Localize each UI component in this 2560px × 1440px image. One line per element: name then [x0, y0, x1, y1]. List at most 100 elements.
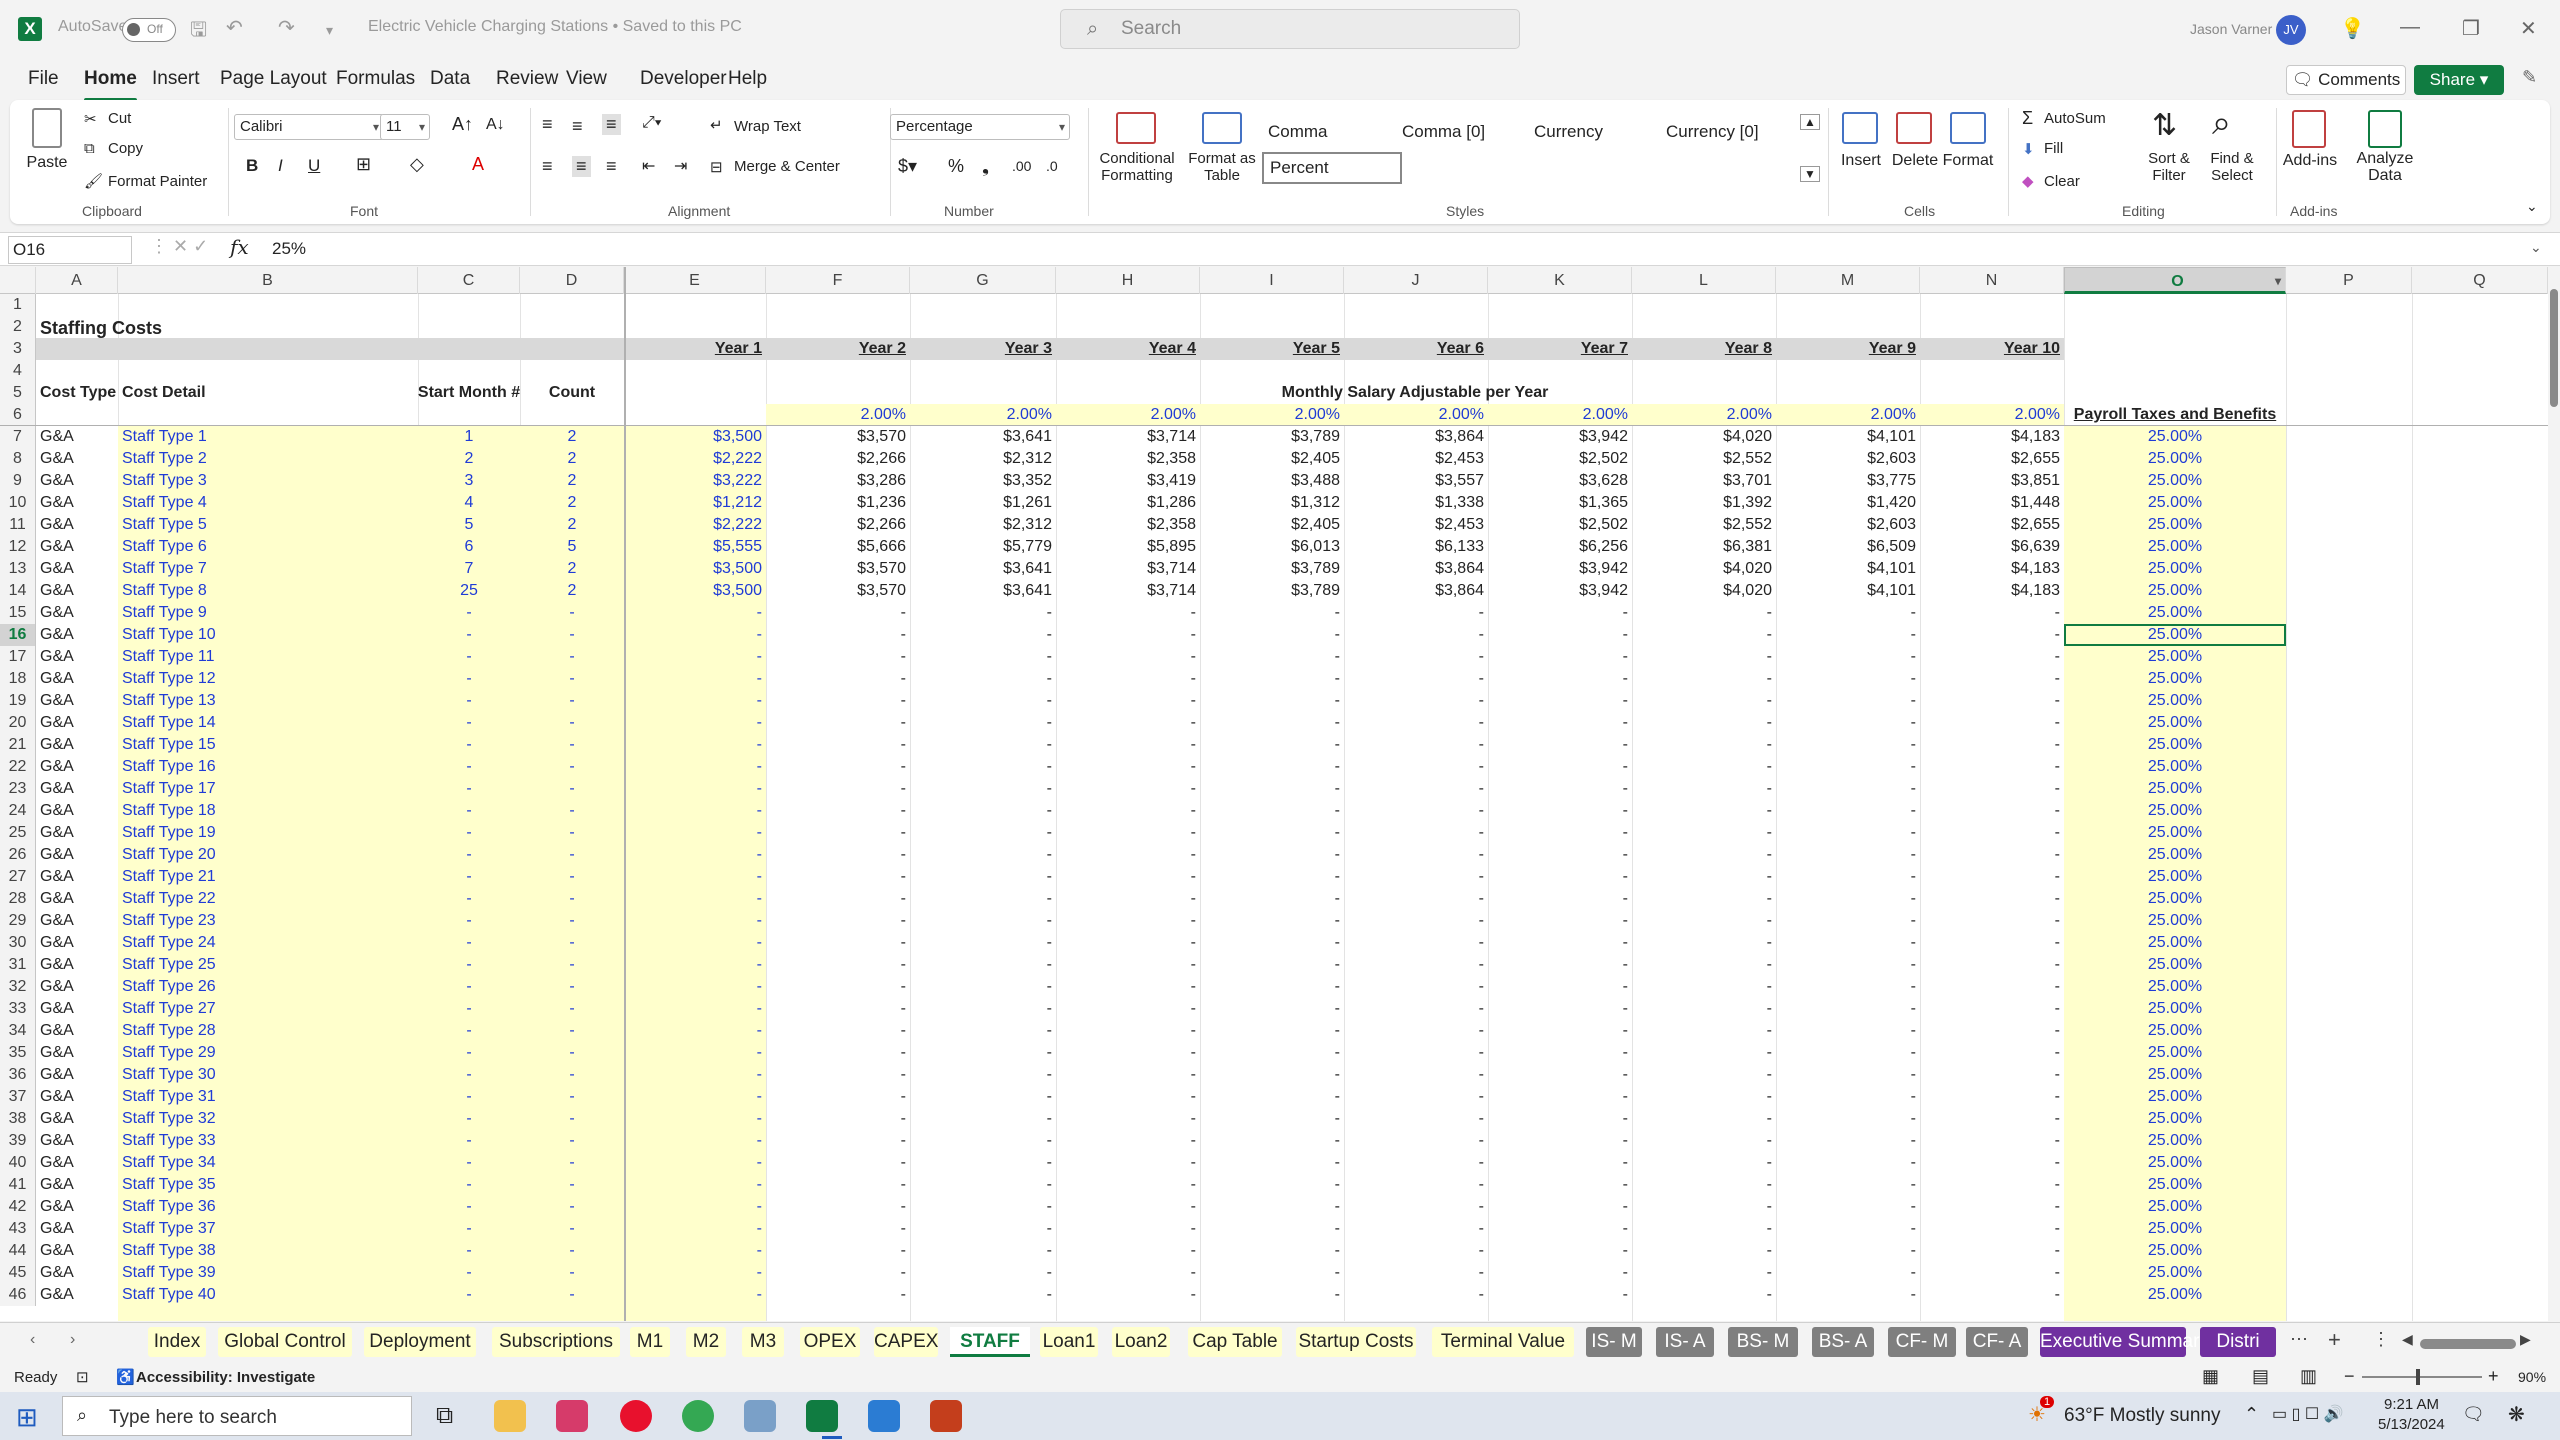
- salary-cell[interactable]: $3,570: [766, 426, 910, 448]
- normal-view-icon[interactable]: ▦: [2202, 1366, 2219, 1387]
- year-header[interactable]: Year 3: [910, 338, 1056, 360]
- salary-cell[interactable]: -: [910, 1284, 1056, 1306]
- insert-cells-icon[interactable]: [1842, 112, 1878, 144]
- start-month[interactable]: -: [418, 1196, 520, 1218]
- cost-detail[interactable]: Staff Type 40: [118, 1284, 418, 1306]
- count[interactable]: 2: [520, 492, 624, 514]
- salary-cell[interactable]: -: [1920, 624, 2064, 646]
- salary-cell[interactable]: -: [624, 778, 766, 800]
- row-number[interactable]: 35: [0, 1042, 36, 1064]
- fill-icon[interactable]: ⬇: [2022, 140, 2035, 158]
- payroll-rate[interactable]: 25.00%: [2064, 514, 2286, 536]
- worksheet-grid[interactable]: ABCDEFGHIJKLMNOPQ12345678910111213141516…: [0, 267, 2548, 1321]
- addins-button[interactable]: Add-ins: [2278, 152, 2342, 170]
- salary-cell[interactable]: -: [1200, 998, 1344, 1020]
- row-number[interactable]: 9: [0, 470, 36, 492]
- payroll-rate[interactable]: 25.00%: [2064, 580, 2286, 602]
- cost-detail[interactable]: Staff Type 25: [118, 954, 418, 976]
- salary-cell[interactable]: -: [1200, 712, 1344, 734]
- salary-cell[interactable]: -: [1488, 712, 1632, 734]
- salary-cell[interactable]: -: [624, 1042, 766, 1064]
- count[interactable]: -: [520, 1240, 624, 1262]
- cost-type[interactable]: G&A: [36, 668, 118, 690]
- row-number[interactable]: 42: [0, 1196, 36, 1218]
- start-month[interactable]: -: [418, 1174, 520, 1196]
- salary-cell[interactable]: -: [1200, 932, 1344, 954]
- align-left-icon[interactable]: ≡: [542, 156, 553, 177]
- cost-detail[interactable]: Staff Type 36: [118, 1196, 418, 1218]
- select-all-corner[interactable]: [0, 267, 36, 294]
- salary-cell[interactable]: -: [910, 734, 1056, 756]
- row-number[interactable]: 22: [0, 756, 36, 778]
- sheet-tab-bs-a[interactable]: BS- A: [1812, 1327, 1874, 1357]
- salary-cell[interactable]: -: [766, 866, 910, 888]
- app-icon[interactable]: [744, 1400, 776, 1432]
- salary-cell[interactable]: -: [1200, 1152, 1344, 1174]
- row-number[interactable]: 18: [0, 668, 36, 690]
- payroll-rate[interactable]: 25.00%: [2064, 1086, 2286, 1108]
- tab-prev-icon[interactable]: ‹: [30, 1331, 35, 1349]
- count[interactable]: -: [520, 1262, 624, 1284]
- cost-type[interactable]: G&A: [36, 492, 118, 514]
- sheet-tab-cap-table[interactable]: Cap Table: [1188, 1327, 1282, 1357]
- payroll-rate[interactable]: 25.00%: [2064, 1064, 2286, 1086]
- find-select-icon[interactable]: ⌕: [2212, 104, 2231, 143]
- salary-cell[interactable]: $3,500: [624, 580, 766, 602]
- salary-cell[interactable]: $3,222: [624, 470, 766, 492]
- italic-icon[interactable]: I: [278, 156, 283, 176]
- header-cost-detail[interactable]: Cost Detail: [118, 382, 418, 404]
- share-button[interactable]: Share ▾: [2414, 65, 2504, 95]
- payroll-rate[interactable]: 25.00%: [2064, 668, 2286, 690]
- start-month[interactable]: 6: [418, 536, 520, 558]
- salary-cell[interactable]: -: [1920, 844, 2064, 866]
- cost-detail[interactable]: Staff Type 19: [118, 822, 418, 844]
- style-percent[interactable]: Percent: [1262, 152, 1402, 184]
- salary-cell[interactable]: -: [1776, 602, 1920, 624]
- salary-cell[interactable]: -: [624, 734, 766, 756]
- count[interactable]: -: [520, 954, 624, 976]
- salary-cell[interactable]: $3,789: [1200, 580, 1344, 602]
- salary-cell[interactable]: $2,552: [1632, 448, 1776, 470]
- salary-cell[interactable]: $2,552: [1632, 514, 1776, 536]
- salary-cell[interactable]: -: [910, 1174, 1056, 1196]
- start-month[interactable]: -: [418, 1108, 520, 1130]
- salary-cell[interactable]: -: [910, 1064, 1056, 1086]
- salary-cell[interactable]: -: [1200, 1196, 1344, 1218]
- row-number[interactable]: 38: [0, 1108, 36, 1130]
- cost-type[interactable]: G&A: [36, 1262, 118, 1284]
- powerpoint-icon[interactable]: [930, 1400, 962, 1432]
- cost-type[interactable]: G&A: [36, 932, 118, 954]
- fill-button[interactable]: Fill: [2044, 140, 2063, 157]
- column-header-d[interactable]: D: [520, 267, 624, 294]
- payroll-rate[interactable]: 25.00%: [2064, 1174, 2286, 1196]
- growth-rate[interactable]: 2.00%: [1344, 404, 1488, 426]
- sheet-tab-loan2[interactable]: Loan2: [1112, 1327, 1170, 1357]
- salary-cell[interactable]: -: [624, 844, 766, 866]
- cut-button[interactable]: Cut: [108, 110, 131, 127]
- salary-cell[interactable]: -: [766, 1020, 910, 1042]
- sheet-tab-cf-m[interactable]: CF- M: [1888, 1327, 1956, 1357]
- header-monthly-salary[interactable]: Monthly Salary Adjustable per Year: [766, 382, 2064, 404]
- font-name-select[interactable]: Calibri: [234, 114, 384, 140]
- salary-cell[interactable]: -: [1920, 690, 2064, 712]
- cost-detail[interactable]: Staff Type 17: [118, 778, 418, 800]
- salary-cell[interactable]: -: [1776, 690, 1920, 712]
- salary-cell[interactable]: -: [1632, 1086, 1776, 1108]
- document-title[interactable]: Electric Vehicle Charging Stations • Sav…: [368, 18, 742, 36]
- salary-cell[interactable]: $5,555: [624, 536, 766, 558]
- salary-cell[interactable]: $3,419: [1056, 470, 1200, 492]
- salary-cell[interactable]: -: [1488, 1196, 1632, 1218]
- salary-cell[interactable]: -: [1200, 756, 1344, 778]
- cost-type[interactable]: G&A: [36, 1240, 118, 1262]
- salary-cell[interactable]: -: [1632, 1262, 1776, 1284]
- salary-cell[interactable]: -: [1200, 888, 1344, 910]
- salary-cell[interactable]: -: [1920, 976, 2064, 998]
- salary-cell[interactable]: -: [1920, 646, 2064, 668]
- count[interactable]: -: [520, 1196, 624, 1218]
- salary-cell[interactable]: -: [1344, 976, 1488, 998]
- salary-cell[interactable]: -: [766, 844, 910, 866]
- salary-cell[interactable]: -: [1776, 1108, 1920, 1130]
- autosum-button[interactable]: AutoSum: [2044, 110, 2106, 127]
- salary-cell[interactable]: -: [1344, 1218, 1488, 1240]
- start-month[interactable]: 4: [418, 492, 520, 514]
